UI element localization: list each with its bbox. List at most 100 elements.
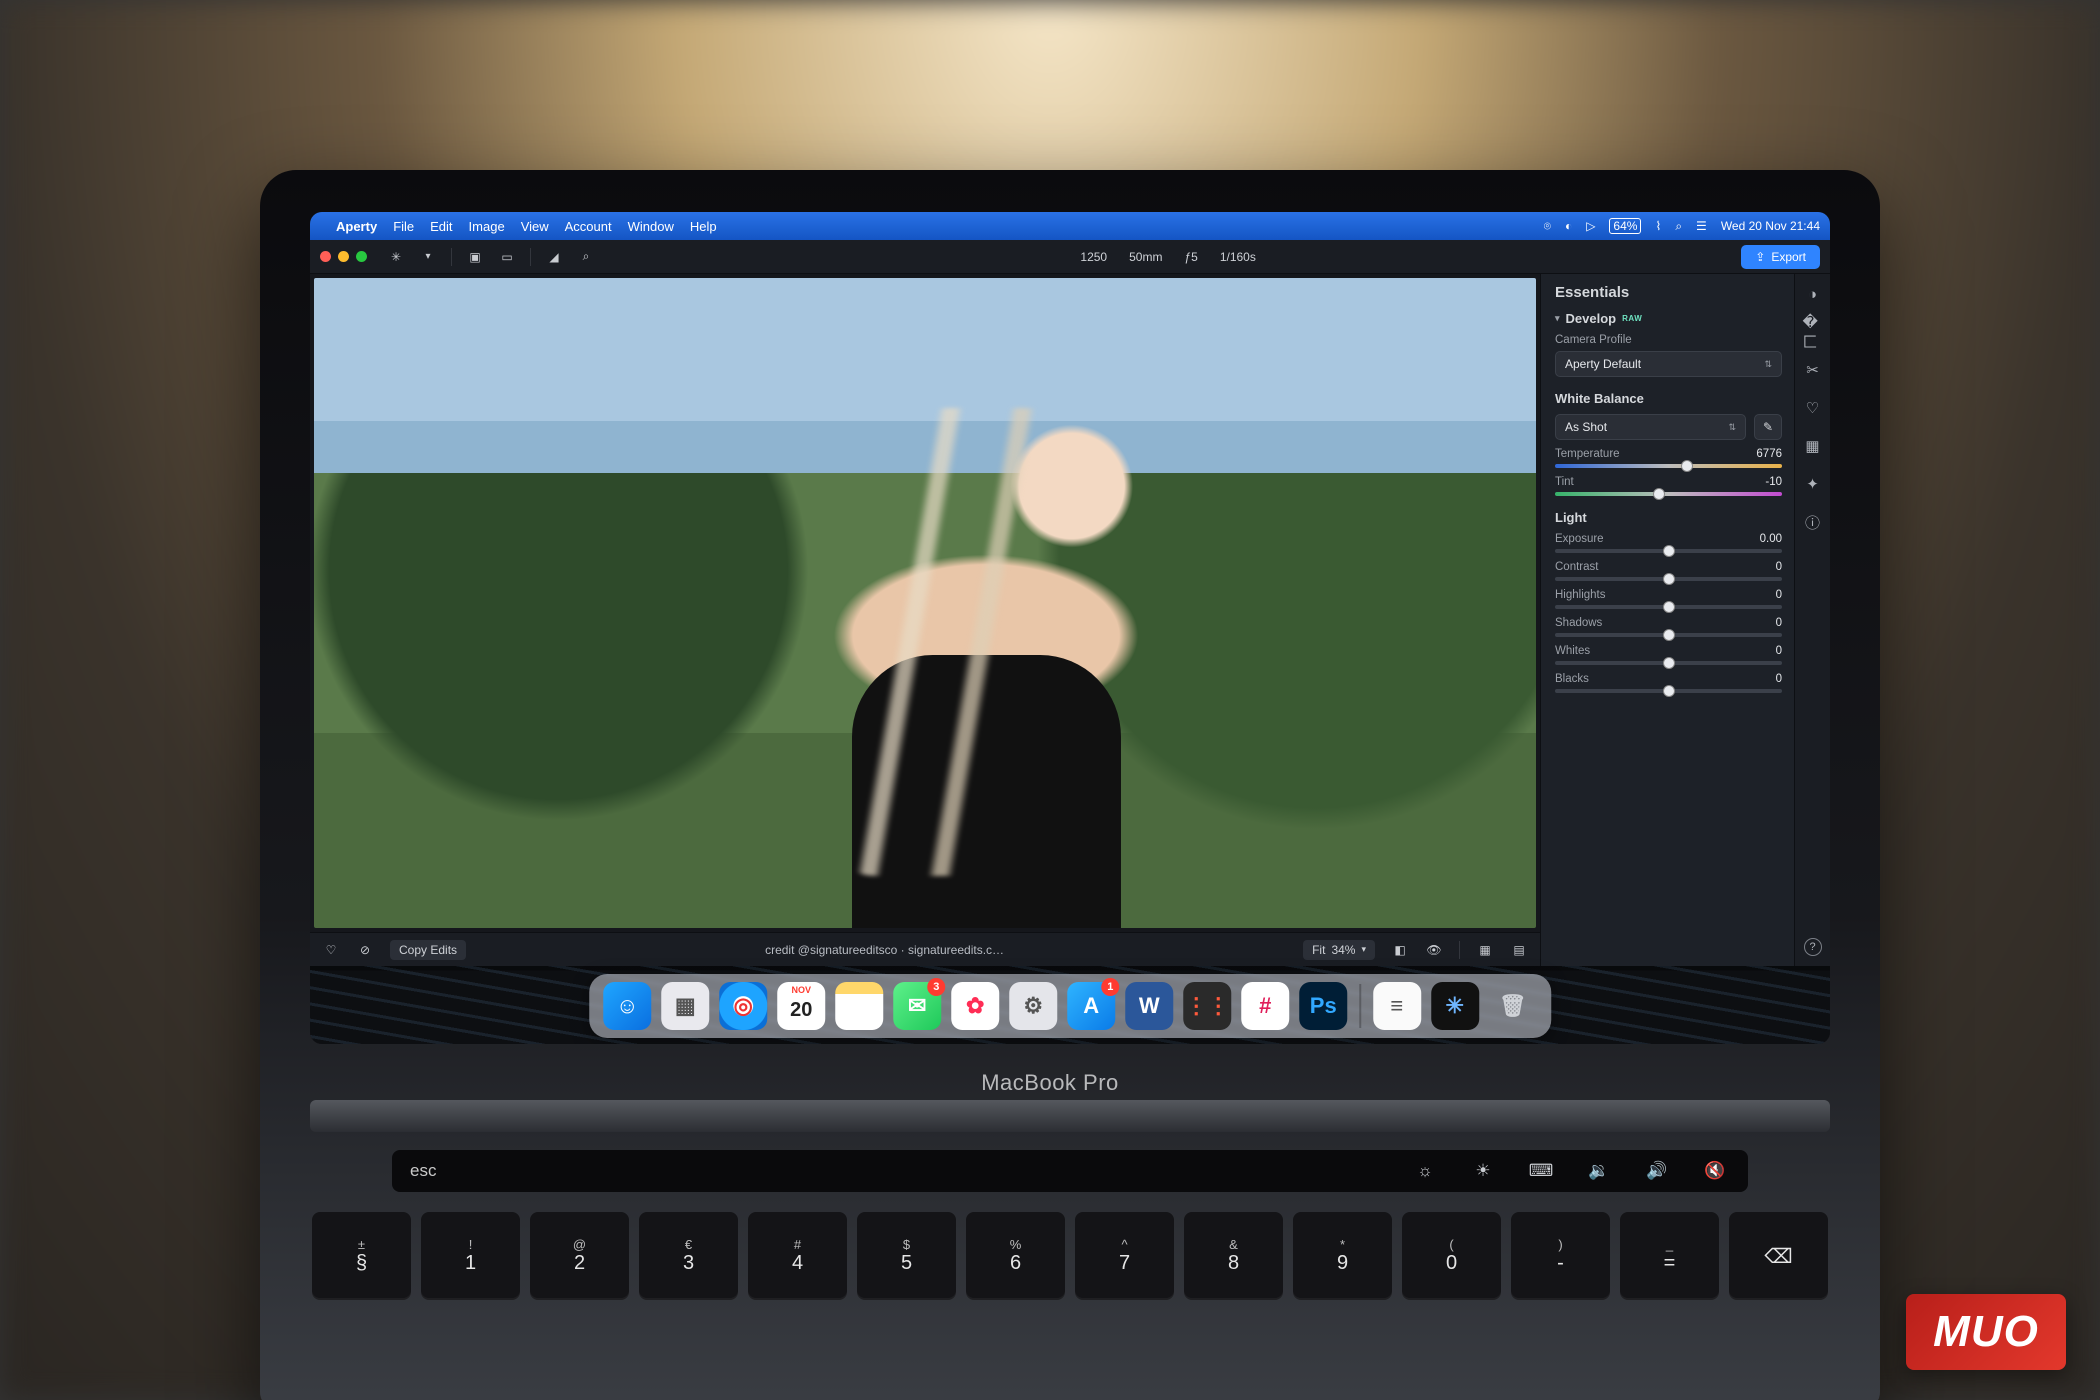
dock-app-settings[interactable]: ⚙	[1009, 982, 1057, 1030]
keyboard-key[interactable]: &8	[1184, 1212, 1283, 1300]
menu-view[interactable]: View	[521, 219, 549, 234]
camera-profile-dropdown[interactable]: Aperty Default ⇅	[1555, 351, 1782, 377]
window-close-button[interactable]	[320, 251, 331, 262]
status-raycast-icon[interactable]: ⌾	[1544, 219, 1551, 234]
menubar-clock[interactable]: Wed 20 Nov 21:44	[1721, 219, 1820, 233]
keyboard-key[interactable]: ⌫	[1729, 1212, 1828, 1300]
touchbar-volume-down-icon[interactable]: 🔉	[1584, 1162, 1614, 1180]
wb-eyedropper-button[interactable]: ✎	[1754, 414, 1782, 440]
keyboard-key[interactable]: _=	[1620, 1212, 1719, 1300]
tint-value[interactable]: -10	[1765, 476, 1782, 488]
touchbar-brightness-down-icon[interactable]: ☼	[1410, 1162, 1440, 1180]
dock-app-photos[interactable]: ✿	[951, 982, 999, 1030]
dock-app-photoshop[interactable]: Ps	[1299, 982, 1347, 1030]
light-contrast-slider[interactable]	[1555, 577, 1782, 581]
keyboard-key[interactable]: %6	[966, 1212, 1065, 1300]
slider-thumb[interactable]	[1663, 601, 1675, 613]
menubar-app-name[interactable]: Aperty	[336, 219, 377, 234]
chevron-down-icon[interactable]: ▾	[419, 248, 437, 266]
dock-app-resolve[interactable]: ⋮⋮	[1183, 982, 1231, 1030]
ai-select-tool-icon[interactable]: �匚	[1803, 322, 1823, 342]
slider-thumb[interactable]	[1653, 488, 1665, 500]
menu-window[interactable]: Window	[628, 219, 674, 234]
dock-app-word[interactable]: W	[1125, 982, 1173, 1030]
menu-edit[interactable]: Edit	[430, 219, 452, 234]
slider-thumb[interactable]	[1663, 657, 1675, 669]
status-display-icon[interactable]: ◐	[1565, 219, 1572, 233]
touchbar-brightness-up-icon[interactable]: ☀	[1468, 1162, 1498, 1180]
info-tool-icon[interactable]: ⓘ	[1803, 512, 1823, 532]
menu-file[interactable]: File	[393, 219, 414, 234]
status-search-icon[interactable]: ⌕	[1675, 219, 1682, 234]
touchbar-keyboard-brightness-icon[interactable]: ⌨	[1526, 1162, 1556, 1180]
dock-app-notes[interactable]	[835, 982, 883, 1030]
tint-slider[interactable]	[1555, 492, 1782, 496]
folder-icon[interactable]: ▭	[498, 248, 516, 266]
menu-account[interactable]: Account	[565, 219, 612, 234]
window-zoom-button[interactable]	[356, 251, 367, 262]
help-button[interactable]: ?	[1804, 938, 1822, 956]
library-icon[interactable]: ▣	[466, 248, 484, 266]
light-highlights-slider[interactable]	[1555, 605, 1782, 609]
sparkle-icon[interactable]: ✳	[387, 248, 405, 266]
dock-app-aperty-app[interactable]: ✳	[1431, 982, 1479, 1030]
adjust-tool-icon[interactable]: ◑	[1803, 284, 1823, 304]
eraser-icon[interactable]: ◢	[545, 248, 563, 266]
effects-tool-icon[interactable]: ✦	[1803, 474, 1823, 494]
light-blacks-slider[interactable]	[1555, 689, 1782, 693]
grid-view-icon[interactable]: ▦	[1476, 941, 1494, 959]
copy-edits-button[interactable]: Copy Edits	[390, 940, 466, 960]
retouch-tool-icon[interactable]: ♡	[1803, 398, 1823, 418]
light-shadows-value[interactable]: 0	[1776, 617, 1782, 629]
reject-icon[interactable]: ⊘	[356, 941, 374, 959]
dock-app-messages[interactable]: ✉3	[893, 982, 941, 1030]
dock-app-trash[interactable]: 🗑	[1489, 982, 1537, 1030]
temperature-value[interactable]: 6776	[1756, 448, 1782, 460]
slider-thumb[interactable]	[1663, 545, 1675, 557]
dock-app-calendar[interactable]: NOV20	[777, 982, 825, 1030]
light-exposure-slider[interactable]	[1555, 549, 1782, 553]
crop-tool-icon[interactable]: ✂	[1803, 360, 1823, 380]
keyboard-key[interactable]: @2	[530, 1212, 629, 1300]
light-whites-slider[interactable]	[1555, 661, 1782, 665]
develop-section-header[interactable]: ▾ Develop RAW	[1555, 311, 1782, 326]
touchbar-mute-icon[interactable]: 🔇	[1700, 1162, 1730, 1180]
mask-tool-icon[interactable]: ▦	[1803, 436, 1823, 456]
keyboard-key[interactable]: ±§	[312, 1212, 411, 1300]
light-blacks-value[interactable]: 0	[1776, 673, 1782, 685]
keyboard-key[interactable]: #4	[748, 1212, 847, 1300]
temperature-slider[interactable]	[1555, 464, 1782, 468]
magnifier-icon[interactable]: ⌕	[577, 248, 595, 266]
menu-help[interactable]: Help	[690, 219, 717, 234]
keyboard-key[interactable]: *9	[1293, 1212, 1392, 1300]
editing-canvas[interactable]	[314, 278, 1536, 928]
dock-app-launchpad[interactable]: ▦	[661, 982, 709, 1030]
preview-eye-icon[interactable]: 👁	[1425, 941, 1443, 959]
dock-app-finder[interactable]: ☺	[603, 982, 651, 1030]
keyboard-key[interactable]: €3	[639, 1212, 738, 1300]
touch-bar[interactable]: esc ☼ ☀ ⌨ 🔉 🔊 🔇	[392, 1150, 1748, 1192]
keyboard-key[interactable]: )-	[1511, 1212, 1610, 1300]
keyboard-key[interactable]: $5	[857, 1212, 956, 1300]
light-shadows-slider[interactable]	[1555, 633, 1782, 637]
keyboard-key[interactable]: ^7	[1075, 1212, 1174, 1300]
touchbar-volume-up-icon[interactable]: 🔊	[1642, 1162, 1672, 1180]
menu-image[interactable]: Image	[469, 219, 505, 234]
export-button[interactable]: ⇪ Export	[1741, 245, 1820, 269]
window-minimize-button[interactable]	[338, 251, 349, 262]
status-play-icon[interactable]: ▷	[1586, 219, 1595, 233]
touchbar-esc[interactable]: esc	[410, 1161, 436, 1181]
dock-app-safari[interactable]: ◎	[719, 982, 767, 1030]
filmstrip-icon[interactable]: ▤	[1510, 941, 1528, 959]
light-exposure-value[interactable]: 0.00	[1760, 533, 1782, 545]
favorite-heart-icon[interactable]: ♡	[322, 941, 340, 959]
slider-thumb[interactable]	[1663, 685, 1675, 697]
status-wifi-icon[interactable]: ⌇	[1655, 219, 1661, 233]
light-whites-value[interactable]: 0	[1776, 645, 1782, 657]
dock-app-textedit[interactable]: ≡	[1373, 982, 1421, 1030]
white-balance-preset-dropdown[interactable]: As Shot ⇅	[1555, 414, 1746, 440]
keyboard-key[interactable]: (0	[1402, 1212, 1501, 1300]
dock-app-slack[interactable]: #	[1241, 982, 1289, 1030]
status-control-center-icon[interactable]: ☰	[1696, 219, 1707, 233]
dock-app-appstore[interactable]: A1	[1067, 982, 1115, 1030]
